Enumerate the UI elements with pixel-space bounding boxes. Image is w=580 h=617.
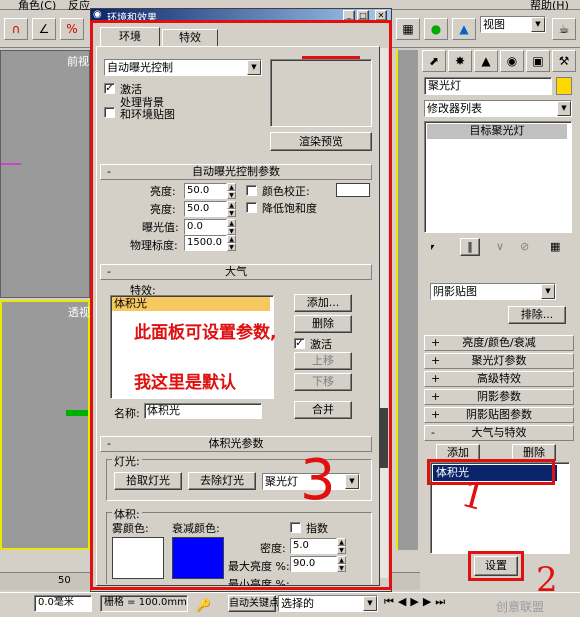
make-unique-icon[interactable]: ∨: [496, 240, 504, 253]
rollout-shadow-map-params[interactable]: + 阴影贴图参数: [424, 407, 574, 423]
annotation-number-2: 2: [536, 560, 558, 600]
create-tab-icon[interactable]: ⬈: [422, 50, 446, 72]
render-type-icon[interactable]: ▲: [452, 18, 476, 40]
watermark: 创意联盟: [496, 600, 545, 614]
viewport-label: 前视: [67, 55, 89, 68]
remove-modifier-icon[interactable]: ⊘: [520, 240, 529, 253]
display-tab-icon[interactable]: ▣: [526, 50, 550, 72]
percent-snap-icon[interactable]: %: [60, 18, 84, 40]
viewport-front[interactable]: 前视: [0, 50, 90, 298]
annotation-box-setup: [468, 551, 524, 581]
green-gizmo: [66, 410, 88, 416]
annotation-number-3: 3: [300, 448, 336, 513]
teapot-icon[interactable]: ☕: [552, 18, 576, 40]
app-icon: ◉: [93, 9, 102, 20]
key-icon[interactable]: 🔑: [196, 598, 211, 612]
object-name-field[interactable]: 聚光灯: [424, 77, 552, 95]
axis-line: [1, 163, 21, 165]
utilities-tab-icon[interactable]: ⚒: [552, 50, 576, 72]
modify-tab-icon[interactable]: ✸: [448, 50, 472, 72]
ruler-tick-label: 50: [58, 575, 71, 586]
coord-z-field[interactable]: 0.0毫米: [34, 595, 92, 612]
view-select[interactable]: 视图 ▼: [480, 16, 546, 33]
exclude-button[interactable]: 排除...: [508, 306, 566, 324]
shadow-map-select[interactable]: 阴影贴图 ▼: [430, 283, 556, 300]
grid-label: 栅格 = 100.0mm: [100, 595, 188, 612]
render-scene-icon[interactable]: ▦: [396, 18, 420, 40]
hierarchy-tab-icon[interactable]: ▲: [474, 50, 498, 72]
material-editor-icon[interactable]: ●: [424, 18, 448, 40]
modifier-list-select[interactable]: 修改器列表 ▼: [424, 100, 572, 117]
object-color-swatch[interactable]: [556, 77, 572, 95]
magnet-icon[interactable]: ∩: [4, 18, 28, 40]
annotation-tab-underline: [302, 56, 360, 59]
angle-snap-icon[interactable]: ∠: [32, 18, 56, 40]
configure-sets-icon[interactable]: ▦: [550, 240, 560, 253]
viewport-label: 透视: [68, 306, 90, 319]
annotation-box-dialog: [90, 20, 392, 590]
modifier-stack[interactable]: 目标聚光灯: [424, 121, 572, 233]
playback-controls[interactable]: ⏮◀▶▶⏭: [384, 595, 494, 612]
stack-item[interactable]: 目标聚光灯: [427, 124, 567, 139]
show-end-result-icon[interactable]: ‖: [460, 238, 480, 256]
viewport-perspective[interactable]: 透视: [0, 300, 90, 550]
rollout-shadow-params[interactable]: + 阴影参数: [424, 389, 574, 405]
rollout-spotlight-params[interactable]: + 聚光灯参数: [424, 353, 574, 369]
motion-tab-icon[interactable]: ◉: [500, 50, 524, 72]
rollout-advanced-effects[interactable]: + 高级特效: [424, 371, 574, 387]
selection-set-select[interactable]: 选择的 ▼: [278, 595, 378, 612]
pin-stack-icon[interactable]: ⎖: [428, 240, 437, 254]
autokey-button[interactable]: 自动关键点: [228, 595, 279, 612]
rollout-intensity[interactable]: + 亮度/颜色/衰减: [424, 335, 574, 351]
annotation-box-list-item: [427, 459, 555, 485]
viewport-right-edge[interactable]: [396, 50, 418, 550]
rollout-atmos-effects[interactable]: - 大气与特效: [424, 425, 574, 441]
